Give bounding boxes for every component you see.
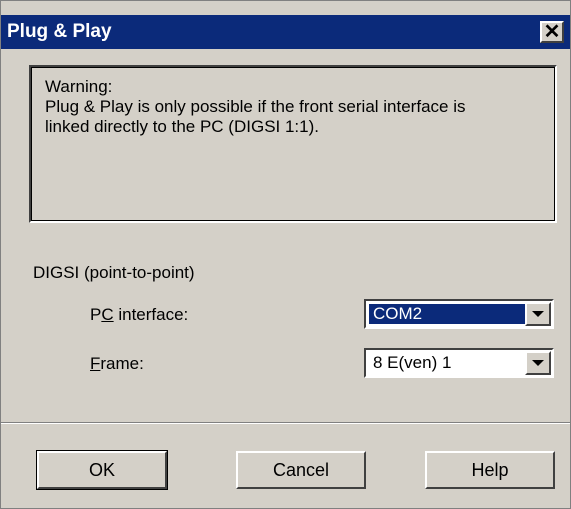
help-button[interactable]: Help bbox=[425, 451, 555, 489]
pc-interface-value: COM2 bbox=[369, 304, 525, 324]
frame-value: 8 E(ven) 1 bbox=[373, 353, 452, 372]
close-icon: ✕ bbox=[543, 21, 561, 43]
frame-select[interactable]: 8 E(ven) 1 bbox=[364, 348, 554, 378]
close-button[interactable]: ✕ bbox=[540, 21, 564, 43]
chevron-down-icon bbox=[532, 311, 544, 317]
separator-highlight bbox=[1, 423, 570, 424]
chevron-down-icon bbox=[532, 360, 544, 366]
dialog-title: Plug & Play bbox=[7, 21, 112, 42]
cancel-button[interactable]: Cancel bbox=[236, 451, 366, 489]
warning-box: Warning: Plug & Play is only possible if… bbox=[29, 65, 557, 223]
warning-text: Warning: Plug & Play is only possible if… bbox=[45, 77, 466, 136]
pc-interface-select[interactable]: COM2 bbox=[364, 299, 554, 329]
frame-dropdown-button[interactable] bbox=[525, 351, 551, 375]
pc-interface-label-post: interface: bbox=[113, 305, 189, 324]
pc-interface-label: PC interface: bbox=[90, 305, 188, 325]
frame-label-accel: F bbox=[90, 354, 101, 373]
frame-label: Frame: bbox=[90, 354, 144, 374]
group-label: DIGSI (point-to-point) bbox=[33, 263, 195, 282]
pc-interface-label-accel: C bbox=[101, 305, 114, 324]
title-bar[interactable]: Plug & Play ✕ bbox=[1, 15, 570, 49]
ok-button[interactable]: OK bbox=[36, 450, 168, 490]
pc-interface-dropdown-button[interactable] bbox=[525, 302, 551, 326]
frame-label-post: rame: bbox=[100, 354, 144, 373]
pc-interface-label-pre: P bbox=[90, 305, 102, 324]
plug-and-play-dialog: Plug & Play ✕ Warning: Plug & Play is on… bbox=[0, 0, 571, 509]
